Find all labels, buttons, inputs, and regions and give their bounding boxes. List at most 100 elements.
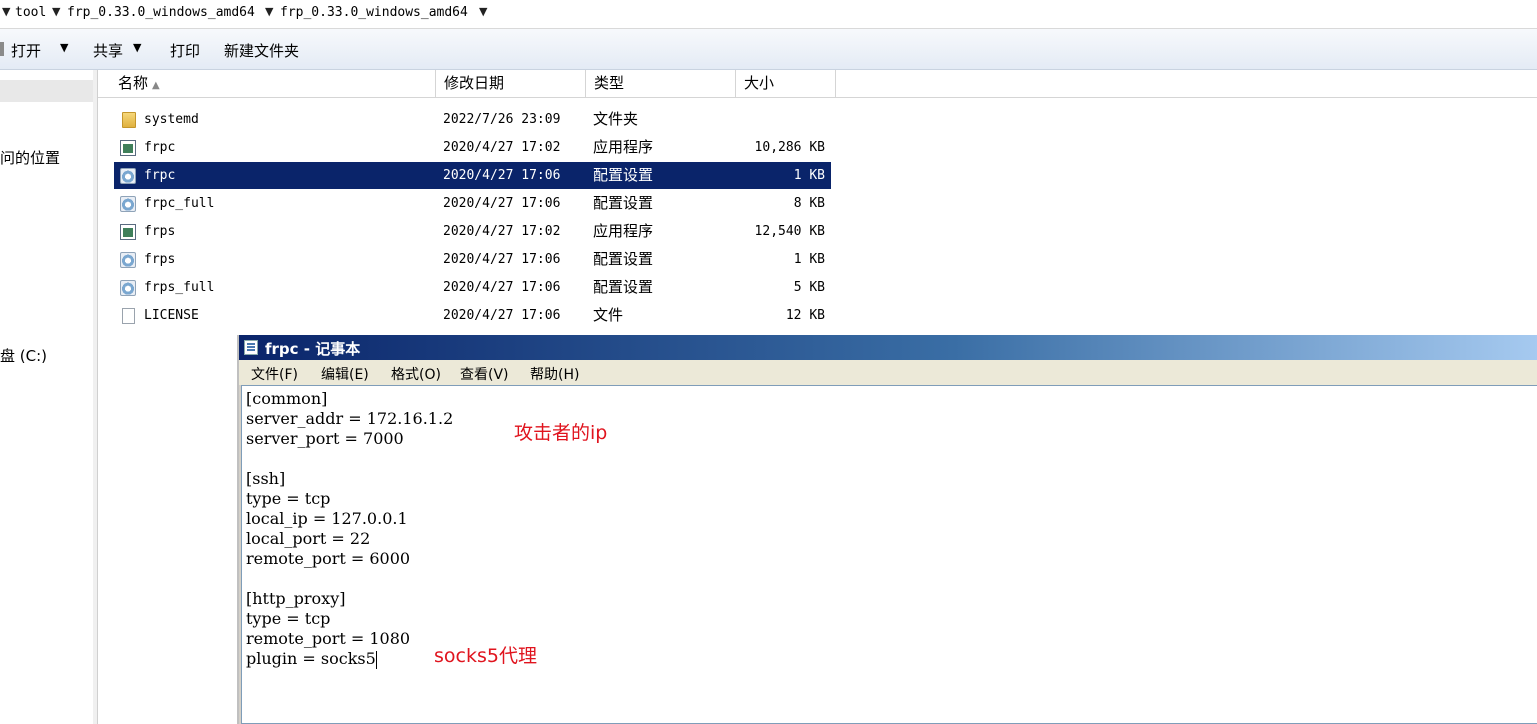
text-line: local_ip = 127.0.0.1 bbox=[246, 509, 408, 528]
column-date-label: 修改日期 bbox=[444, 74, 505, 92]
text-line: remote_port = 1080 bbox=[246, 629, 411, 648]
file-date: 2020/4/27 17:02 bbox=[443, 224, 561, 239]
file-size: 12,540 KB bbox=[754, 224, 825, 239]
file-size: 10,286 KB bbox=[754, 140, 825, 155]
file-size: 8 KB bbox=[793, 196, 825, 211]
file-row[interactable]: frpc_full 2020/4/27 17:06 配置设置 8 KB bbox=[114, 190, 831, 217]
navigation-pane[interactable]: 问的位置 盘 (C:) bbox=[0, 70, 94, 724]
column-header-size[interactable]: 大小 bbox=[736, 70, 836, 97]
file-type: 配置设置 bbox=[593, 250, 654, 268]
config-file-icon bbox=[120, 252, 136, 268]
file-row[interactable]: frpc 2020/4/27 17:02 应用程序 10,286 KB bbox=[114, 134, 831, 161]
file-row[interactable]: frps 2020/4/27 17:06 配置设置 1 KB bbox=[114, 246, 831, 273]
text-line: type = tcp bbox=[246, 489, 331, 508]
text-line: [common] bbox=[246, 389, 328, 408]
notepad-text-area[interactable]: [common] server_addr = 172.16.1.2 server… bbox=[241, 385, 1537, 724]
file-size: 1 KB bbox=[793, 252, 825, 267]
file-name: frpc_full bbox=[144, 196, 215, 211]
text-line: [ssh] bbox=[246, 469, 286, 488]
menu-help[interactable]: 帮助(H) bbox=[530, 364, 579, 384]
text-caret bbox=[375, 650, 377, 669]
sort-ascending-icon: ▲ bbox=[152, 80, 160, 91]
file-date: 2020/4/27 17:06 bbox=[443, 252, 561, 267]
command-toolbar: 打开 ▼ 共享 ▼ 打印 新建文件夹 bbox=[0, 29, 1537, 70]
column-name-label: 名称 bbox=[118, 74, 149, 92]
file-icon bbox=[122, 308, 135, 324]
file-row[interactable]: frps_full 2020/4/27 17:06 配置设置 5 KB bbox=[114, 274, 831, 301]
open-button[interactable]: 打开 bbox=[11, 40, 41, 61]
text-line-last: plugin = socks5 bbox=[246, 649, 377, 669]
text-line: server_addr = 172.16.1.2 bbox=[246, 409, 454, 428]
open-icon bbox=[0, 42, 4, 56]
file-row[interactable]: LICENSE 2020/4/27 17:06 文件 12 KB bbox=[114, 302, 831, 329]
text-line: [http_proxy] bbox=[246, 589, 346, 608]
menu-file[interactable]: 文件(F) bbox=[251, 364, 298, 384]
notepad-window: frpc - 记事本 文件(F) 编辑(E) 格式(O) 查看(V) 帮助(H)… bbox=[237, 335, 1537, 724]
file-name: frps_full bbox=[144, 280, 215, 295]
chevron-down-icon[interactable]: ▼ bbox=[133, 41, 141, 54]
share-button[interactable]: 共享 bbox=[93, 40, 123, 61]
nav-item-drive-c[interactable]: 盘 (C:) bbox=[0, 345, 47, 366]
chevron-down-icon[interactable]: ▼ bbox=[2, 5, 10, 18]
menu-format[interactable]: 格式(O) bbox=[391, 364, 441, 384]
file-date: 2020/4/27 17:06 bbox=[443, 168, 561, 183]
config-file-icon bbox=[120, 280, 136, 296]
config-file-icon bbox=[120, 168, 136, 184]
file-size: 12 KB bbox=[785, 308, 825, 323]
app-icon bbox=[120, 140, 136, 156]
breadcrumb-tool[interactable]: tool bbox=[15, 5, 46, 20]
file-date: 2020/4/27 17:06 bbox=[443, 280, 561, 295]
app-icon bbox=[120, 224, 136, 240]
text-line-content: plugin = socks5 bbox=[246, 649, 376, 668]
notepad-title-bar[interactable]: frpc - 记事本 bbox=[239, 335, 1537, 360]
file-date: 2020/4/27 17:06 bbox=[443, 308, 561, 323]
text-line: type = tcp bbox=[246, 609, 331, 628]
folder-icon bbox=[122, 112, 136, 128]
file-name: frpc bbox=[144, 168, 176, 183]
file-row[interactable]: systemd 2022/7/26 23:09 文件夹 bbox=[114, 106, 831, 133]
pane-splitter[interactable] bbox=[93, 70, 98, 724]
menu-edit[interactable]: 编辑(E) bbox=[321, 364, 369, 384]
file-row[interactable]: frps 2020/4/27 17:02 应用程序 12,540 KB bbox=[114, 218, 831, 245]
column-header-name[interactable]: 名称 ▲ bbox=[98, 70, 436, 97]
column-header-type[interactable]: 类型 bbox=[586, 70, 736, 97]
file-type: 文件 bbox=[593, 306, 624, 324]
file-type: 配置设置 bbox=[593, 194, 654, 212]
new-folder-button[interactable]: 新建文件夹 bbox=[224, 40, 299, 61]
nav-item-recent-places[interactable]: 问的位置 bbox=[0, 147, 60, 168]
chevron-down-icon[interactable]: ▼ bbox=[479, 5, 487, 18]
column-type-label: 类型 bbox=[594, 74, 625, 92]
file-type: 应用程序 bbox=[593, 138, 654, 156]
menu-view[interactable]: 查看(V) bbox=[460, 364, 509, 384]
column-header-date[interactable]: 修改日期 bbox=[436, 70, 586, 97]
file-type: 文件夹 bbox=[593, 110, 639, 128]
address-bar[interactable]: ▼ tool ▼ frp_0.33.0_windows_amd64 ▼ frp_… bbox=[0, 0, 1537, 29]
file-name: frpc bbox=[144, 140, 176, 155]
annotation-attacker-ip: 攻击者的ip bbox=[514, 422, 608, 444]
column-header-row: 名称 ▲ 修改日期 类型 大小 bbox=[98, 70, 1537, 98]
file-name: frps bbox=[144, 252, 176, 267]
file-type: 应用程序 bbox=[593, 222, 654, 240]
print-button[interactable]: 打印 bbox=[170, 40, 200, 61]
text-line: remote_port = 6000 bbox=[246, 549, 411, 568]
chevron-down-icon[interactable]: ▼ bbox=[60, 41, 68, 54]
text-line: local_port = 22 bbox=[246, 529, 371, 548]
file-size: 5 KB bbox=[793, 280, 825, 295]
chevron-down-icon[interactable]: ▼ bbox=[52, 5, 60, 18]
window-title: frpc - 记事本 bbox=[265, 340, 361, 358]
breadcrumb-frp-subfolder[interactable]: frp_0.33.0_windows_amd64 bbox=[280, 5, 468, 20]
notepad-icon bbox=[244, 340, 258, 355]
notepad-menu-bar: 文件(F) 编辑(E) 格式(O) 查看(V) 帮助(H) bbox=[239, 360, 1537, 385]
chevron-down-icon[interactable]: ▼ bbox=[265, 5, 273, 18]
text-line: server_port = 7000 bbox=[246, 429, 404, 448]
nav-selected-band bbox=[0, 80, 93, 102]
file-name: systemd bbox=[144, 112, 199, 127]
file-type: 配置设置 bbox=[593, 278, 654, 296]
file-name: frps bbox=[144, 224, 176, 239]
file-date: 2022/7/26 23:09 bbox=[443, 112, 561, 127]
column-size-label: 大小 bbox=[744, 74, 775, 92]
file-row-selected[interactable]: frpc 2020/4/27 17:06 配置设置 1 KB bbox=[114, 162, 831, 189]
breadcrumb-frp-folder[interactable]: frp_0.33.0_windows_amd64 bbox=[67, 5, 255, 20]
file-type: 配置设置 bbox=[593, 166, 654, 184]
file-date: 2020/4/27 17:02 bbox=[443, 140, 561, 155]
